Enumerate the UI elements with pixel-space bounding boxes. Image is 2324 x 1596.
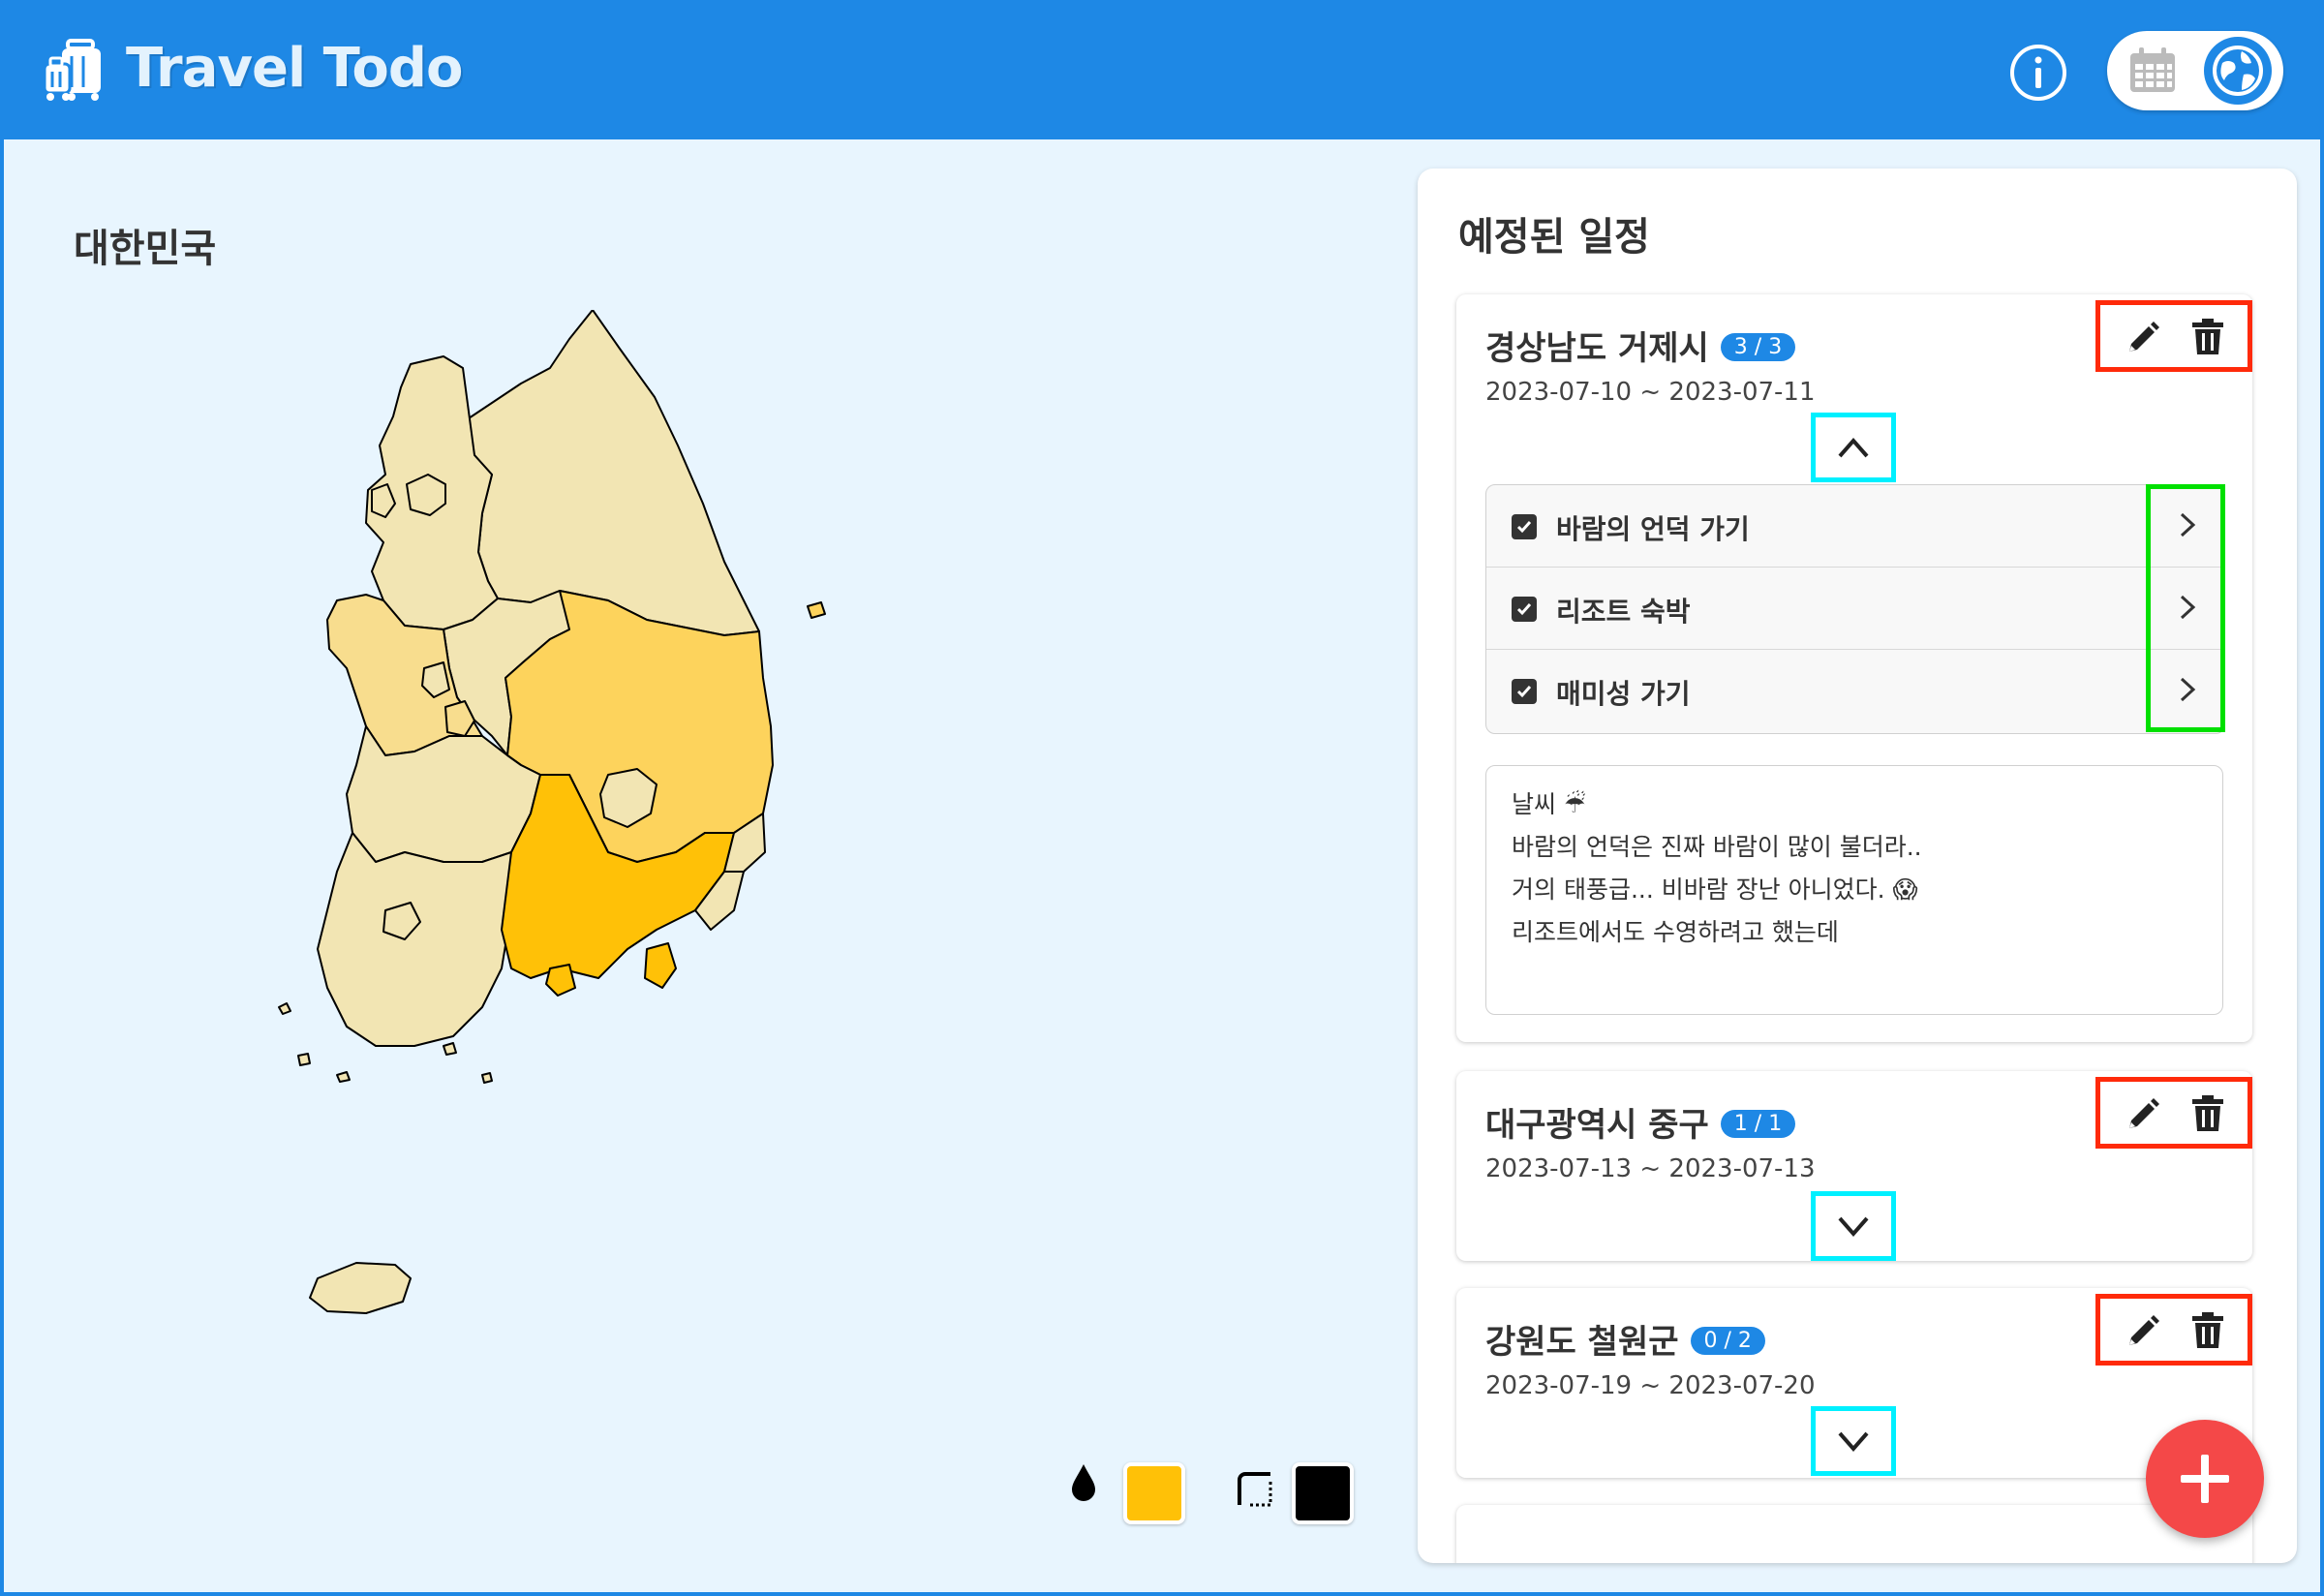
todo-label: 바람의 언덕 가기 <box>1556 513 1750 545</box>
todo-item[interactable]: 리조트 숙박 <box>1486 568 2224 650</box>
app-title: Travel Todo <box>126 37 463 100</box>
todo-label: 매미성 가기 <box>1556 678 1691 710</box>
card-dates: 2023-07-10 ~ 2023-07-11 <box>1485 378 1816 407</box>
main-area: 대한민국 예정된 일정 경상남도 거제시 3 / 3 2023-07-10 ~ … <box>4 139 2320 1592</box>
info-circle-icon[interactable] <box>2008 43 2068 103</box>
drop-icon <box>1072 1464 1095 1501</box>
chevron-up-icon <box>1838 437 1869 458</box>
card-location: 강원도 철원군 <box>1485 1323 1679 1362</box>
check-icon <box>1516 521 1532 534</box>
border-style-icon <box>1238 1472 1272 1507</box>
card-actions <box>2095 300 2252 372</box>
memo-line: 날씨 ☔ <box>1512 790 1586 818</box>
island-geoje[interactable] <box>644 942 677 989</box>
plus-icon <box>2181 1455 2229 1503</box>
trash-icon[interactable] <box>2191 319 2224 355</box>
schedule-card: 강원도 철원군 0 / 2 2023-07-19 ~ 2023-07-20 <box>1456 1288 2252 1478</box>
fill-color-picker[interactable] <box>1123 1462 1185 1524</box>
trash-icon[interactable] <box>2191 1095 2224 1132</box>
check-icon <box>1516 686 1532 698</box>
card-title: 대구광역시 중구 1 / 1 <box>1485 1098 1796 1146</box>
memo-line: 리조트에서도 수영하려고 했는데 <box>1512 918 1839 946</box>
pencil-icon[interactable] <box>2125 1097 2160 1132</box>
region-jeju[interactable] <box>309 1262 412 1314</box>
region-gangwon[interactable] <box>462 310 760 636</box>
add-schedule-button[interactable] <box>2146 1420 2264 1538</box>
expand-toggle[interactable] <box>1811 1191 1896 1261</box>
island-namhae[interactable] <box>545 964 576 997</box>
schedule-card: 경상남도 거제시 3 / 3 2023-07-10 ~ 2023-07-11 바… <box>1456 294 2252 1042</box>
progress-badge: 0 / 2 <box>1690 1327 1765 1355</box>
calendar-icon[interactable] <box>2128 46 2177 95</box>
card-dates: 2023-07-19 ~ 2023-07-20 <box>1485 1371 1816 1400</box>
schedule-panel: 예정된 일정 경상남도 거제시 3 / 3 2023-07-10 ~ 2023-0… <box>1418 169 2297 1563</box>
todo-list: 바람의 언덕 가기 리조트 숙박 매미성 가기 <box>1485 484 2225 734</box>
expand-toggle[interactable] <box>1811 1406 1896 1476</box>
card-location: 대구광역시 중구 <box>1485 1106 1709 1145</box>
memo-line: 바람의 언덕은 진짜 바람이 많이 불더라.. <box>1512 833 1922 861</box>
memo-textarea[interactable]: 날씨 ☔ 바람의 언덕은 진짜 바람이 많이 불더라.. 거의 태풍급... 비… <box>1485 765 2223 1015</box>
todo-item[interactable]: 매미성 가기 <box>1486 650 2224 731</box>
card-location: 경상남도 거제시 <box>1485 329 1709 368</box>
pencil-icon[interactable] <box>2125 1314 2160 1349</box>
schedule-card: 대구광역시 중구 1 / 1 2023-07-13 ~ 2023-07-13 <box>1456 1071 2252 1261</box>
globe-map-icon <box>2213 46 2263 96</box>
chevron-down-icon <box>1838 1431 1869 1453</box>
todo-label: 리조트 숙박 <box>1556 596 1691 628</box>
progress-badge: 3 / 3 <box>1720 333 1796 361</box>
checkbox-checked[interactable] <box>1512 597 1537 622</box>
schedule-card <box>1456 1505 2252 1563</box>
region-ulleungdo[interactable] <box>807 601 826 619</box>
south-korea-map <box>278 310 826 1314</box>
region-jeonnam[interactable] <box>317 832 512 1047</box>
card-dates: 2023-07-13 ~ 2023-07-13 <box>1485 1154 1816 1183</box>
chevron-down-icon <box>1838 1216 1869 1238</box>
map-title: 대한민국 <box>74 227 217 271</box>
card-actions <box>2095 1077 2252 1149</box>
collapse-toggle[interactable] <box>1811 413 1896 482</box>
card-actions <box>2095 1294 2252 1366</box>
card-title: 경상남도 거제시 3 / 3 <box>1485 322 1796 369</box>
check-icon <box>1516 603 1532 616</box>
trash-icon[interactable] <box>2191 1312 2224 1349</box>
card-title: 강원도 철원군 0 / 2 <box>1485 1315 1765 1363</box>
region-seoul[interactable] <box>406 474 446 516</box>
view-toggle-switch[interactable] <box>2107 31 2283 110</box>
todo-detail-buttons-highlight <box>2146 484 2225 732</box>
progress-badge: 1 / 1 <box>1720 1110 1796 1138</box>
checkbox-checked[interactable] <box>1512 679 1537 704</box>
border-color-picker[interactable] <box>1292 1462 1354 1524</box>
luggage-logo-icon <box>43 39 101 101</box>
memo-line: 거의 태풍급... 비바람 장난 아니었다. 😱 <box>1512 875 1918 904</box>
checkbox-checked[interactable] <box>1512 514 1537 539</box>
panel-title: 예정된 일정 <box>1458 215 1650 260</box>
pencil-icon[interactable] <box>2125 321 2160 355</box>
app-header: Travel Todo <box>0 0 2324 139</box>
toggle-knob[interactable] <box>2204 37 2272 105</box>
todo-item[interactable]: 바람의 언덕 가기 <box>1486 485 2224 568</box>
